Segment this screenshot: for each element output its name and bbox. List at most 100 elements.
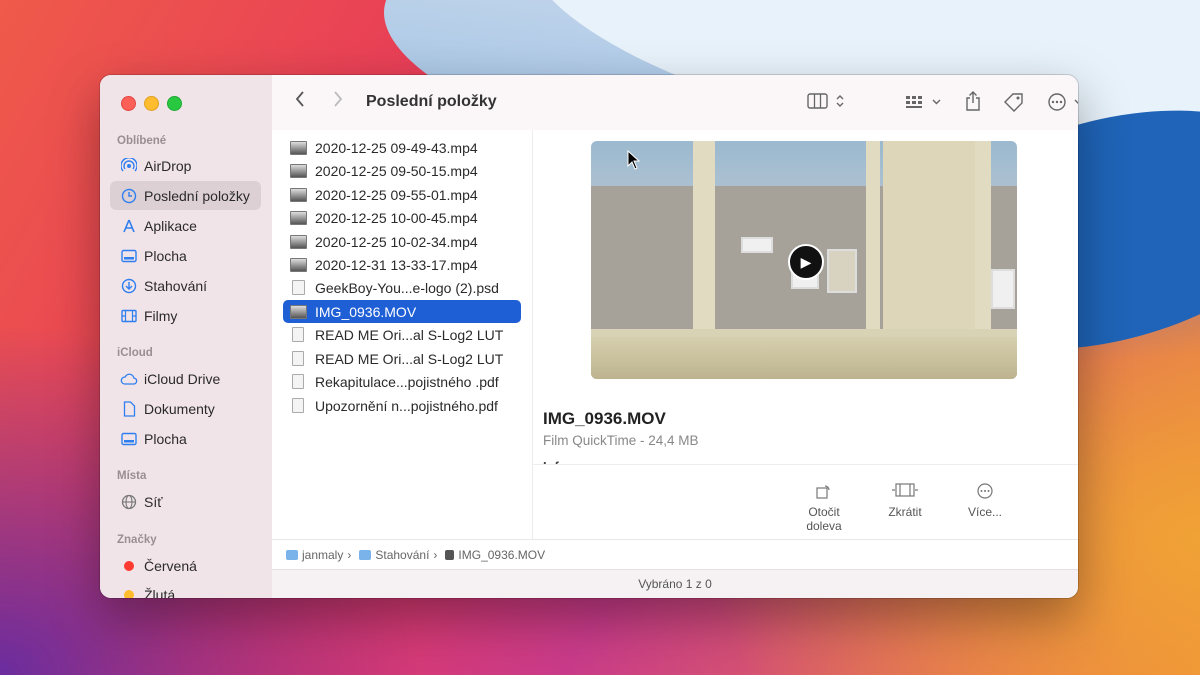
- file-name: 2020-12-25 09-49-43.mp4: [315, 139, 478, 156]
- preview-actions: Otočit doleva Zkrátit Více...: [533, 464, 1078, 540]
- video-thumbnail[interactable]: ▶: [591, 141, 1017, 379]
- file-name: GeekBoy-You...e-logo (2).psd: [315, 279, 499, 296]
- pdf-file-icon: [292, 374, 304, 389]
- document-icon: [118, 400, 140, 417]
- cloud-icon: [118, 373, 140, 385]
- preview-file-name: IMG_0936.MOV: [543, 409, 666, 428]
- movie-file-icon: [445, 550, 455, 560]
- file-row[interactable]: 2020-12-25 09-55-01.mp4: [283, 183, 521, 206]
- file-row-selected[interactable]: IMG_0936.MOV: [283, 300, 521, 323]
- file-name: 2020-12-25 10-00-45.mp4: [315, 209, 478, 226]
- file-row[interactable]: 2020-12-31 13-33-17.mp4: [283, 253, 521, 276]
- play-icon[interactable]: ▶: [788, 244, 824, 280]
- yellow-tag-icon: [118, 589, 140, 598]
- more-actions-icon[interactable]: [1048, 93, 1078, 116]
- sidebar: Oblíbené AirDrop Poslední položky Aplika…: [100, 75, 273, 598]
- file-row[interactable]: 2020-12-25 09-50-15.mp4: [283, 159, 521, 182]
- sidebar-item-label: Červená: [144, 557, 197, 574]
- finder-window: Oblíbené AirDrop Poslední položky Aplika…: [100, 75, 1078, 598]
- more-button[interactable]: Více...: [955, 483, 1015, 519]
- path-bar: janmaly › Stahování › IMG_0936.MOV: [272, 539, 1078, 570]
- video-file-icon: [290, 210, 307, 225]
- applications-icon: [118, 218, 140, 234]
- sidebar-item-icloud-desktop[interactable]: Plocha: [110, 424, 261, 453]
- status-bar: Vybráno 1 z 0: [272, 569, 1078, 598]
- sidebar-item-label: Plocha: [144, 430, 187, 447]
- column-view-icon[interactable]: [807, 93, 847, 114]
- zoom-button[interactable]: [167, 96, 182, 111]
- sidebar-item-label: Poslední položky: [144, 187, 250, 204]
- file-row[interactable]: READ ME Ori...al S-Log2 LUT: [283, 347, 521, 370]
- sidebar-item-label: Aplikace: [144, 217, 197, 234]
- sidebar-item-label: Dokumenty: [144, 400, 215, 417]
- sidebar-item-label: Stahování: [144, 277, 208, 294]
- close-button[interactable]: [121, 96, 136, 111]
- video-file-icon: [290, 187, 307, 202]
- file-row[interactable]: 2020-12-25 10-02-34.mp4: [283, 230, 521, 253]
- file-name: 2020-12-25 09-50-15.mp4: [315, 162, 478, 179]
- sidebar-item-label: Žlutá: [144, 586, 176, 599]
- group-by-icon[interactable]: [905, 94, 945, 115]
- file-name: 2020-12-25 10-02-34.mp4: [315, 233, 478, 250]
- preview-file-type: Film QuickTime - 24,4 MB: [543, 433, 699, 448]
- desktop-icon: [118, 249, 140, 263]
- video-file-icon: [290, 304, 307, 319]
- file-list: 2020-12-25 09-49-43.mp4 2020-12-25 09-50…: [272, 130, 533, 539]
- tag-icon[interactable]: [1003, 92, 1025, 117]
- sidebar-section-title: iCloud: [117, 347, 153, 359]
- file-row[interactable]: 2020-12-25 09-49-43.mp4: [283, 136, 521, 159]
- action-label: Více...: [967, 505, 1002, 519]
- sidebar-tag-yellow[interactable]: Žlutá: [110, 580, 261, 598]
- action-label: Otočit doleva: [806, 505, 842, 533]
- path-item[interactable]: janmaly: [302, 548, 343, 562]
- sidebar-item-documents[interactable]: Dokumenty: [110, 394, 261, 423]
- file-name: READ ME Ori...al S-Log2 LUT: [315, 326, 504, 343]
- document-file-icon: [292, 351, 304, 366]
- document-file-icon: [292, 327, 304, 342]
- desktop-icon: [118, 432, 140, 446]
- psd-file-icon: [292, 280, 305, 295]
- back-chevron-icon[interactable]: [294, 90, 306, 113]
- file-name: Rekapitulace...pojistného .pdf: [315, 373, 499, 390]
- sidebar-item-desktop[interactable]: Plocha: [110, 241, 261, 270]
- file-row[interactable]: Upozornění n...pojistného.pdf: [283, 394, 521, 417]
- rotate-left-icon: [794, 483, 854, 499]
- file-row[interactable]: Rekapitulace...pojistného .pdf: [283, 370, 521, 393]
- file-row[interactable]: READ ME Ori...al S-Log2 LUT: [283, 323, 521, 346]
- sidebar-item-movies[interactable]: Filmy: [110, 301, 261, 330]
- folder-icon: [286, 550, 298, 560]
- trim-icon: [875, 483, 935, 499]
- sidebar-item-recents[interactable]: Poslední položky: [110, 181, 261, 210]
- more-icon: [955, 483, 1015, 499]
- sidebar-item-icloud-drive[interactable]: iCloud Drive: [110, 364, 261, 393]
- file-name: 2020-12-25 09-55-01.mp4: [315, 186, 478, 203]
- rotate-left-button[interactable]: Otočit doleva: [794, 483, 854, 533]
- pdf-file-icon: [292, 398, 304, 413]
- share-icon[interactable]: [965, 91, 981, 116]
- file-row[interactable]: 2020-12-25 10-00-45.mp4: [283, 206, 521, 229]
- path-item[interactable]: IMG_0936.MOV: [458, 548, 545, 562]
- clock-icon: [118, 188, 140, 204]
- minimize-button[interactable]: [144, 96, 159, 111]
- path-separator: ›: [433, 548, 438, 562]
- sidebar-section-title: Značky: [117, 534, 157, 546]
- forward-chevron-icon[interactable]: [332, 90, 344, 113]
- folder-icon: [359, 550, 372, 560]
- sidebar-item-network[interactable]: Síť: [110, 487, 261, 516]
- window-controls: [121, 96, 182, 111]
- file-row[interactable]: GeekBoy-You...e-logo (2).psd: [283, 276, 521, 299]
- sidebar-item-label: Filmy: [144, 307, 178, 324]
- sidebar-item-applications[interactable]: Aplikace: [110, 211, 261, 240]
- file-name: Upozornění n...pojistného.pdf: [315, 397, 498, 414]
- path-item[interactable]: Stahování: [375, 548, 429, 562]
- sidebar-item-downloads[interactable]: Stahování: [110, 271, 261, 300]
- red-tag-icon: [118, 560, 140, 571]
- sidebar-item-airdrop[interactable]: AirDrop: [110, 151, 261, 180]
- sidebar-item-label: Plocha: [144, 247, 187, 264]
- window-title: Poslední položky: [366, 93, 497, 110]
- sidebar-tag-red[interactable]: Červená: [110, 551, 261, 580]
- trim-button[interactable]: Zkrátit: [875, 483, 935, 519]
- sidebar-item-label: AirDrop: [144, 157, 192, 174]
- toolbar: Poslední položky: [272, 75, 1078, 130]
- film-icon: [118, 309, 140, 323]
